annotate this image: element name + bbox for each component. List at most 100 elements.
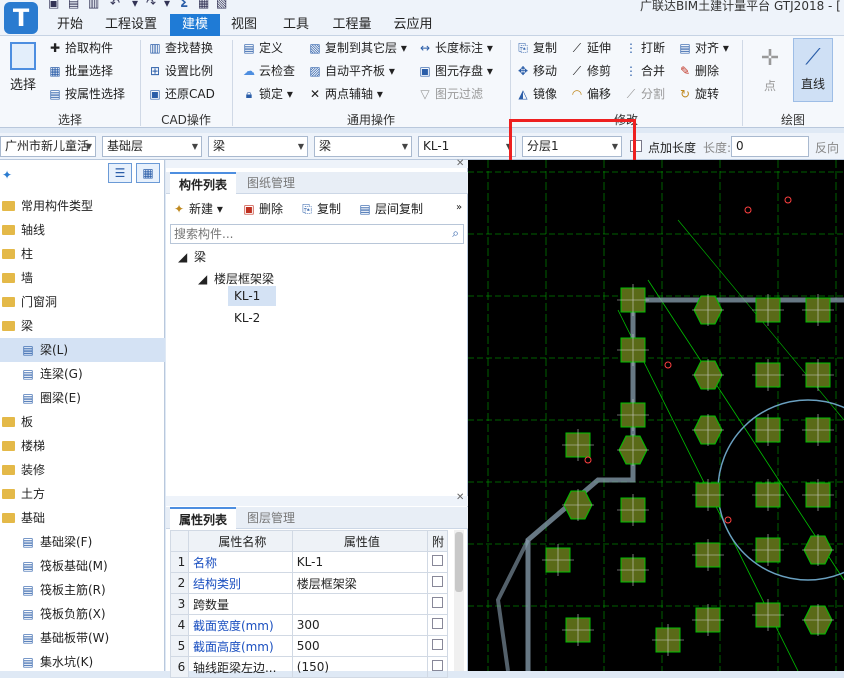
tab-layer-management[interactable]: 图层管理 xyxy=(238,507,304,529)
split-button[interactable]: ⟋ 分割 xyxy=(624,83,665,105)
property-checkbox-cell[interactable] xyxy=(427,593,448,615)
tab-drawing-management[interactable]: 图纸管理 xyxy=(238,172,304,194)
attach-checkbox[interactable] xyxy=(432,597,444,608)
attach-checkbox[interactable] xyxy=(432,555,444,566)
nav-tree-item[interactable]: 土方 xyxy=(0,482,165,506)
nav-tree-item[interactable]: ▤ 筏板负筋(X) xyxy=(0,602,165,626)
two-point-axis-button[interactable]: ✕ 两点辅轴 ▾ xyxy=(308,83,383,105)
property-row[interactable]: 2 结构类别 楼层框架梁 xyxy=(170,572,448,594)
project-dropdown[interactable]: 广州市新儿童活 ▼ xyxy=(0,136,96,157)
nav-tree-item[interactable]: ▤ 集水坑(K) xyxy=(0,650,165,674)
break-button[interactable]: ⋮ 打断 xyxy=(624,37,665,59)
nav-tree-item[interactable]: ▤ 基础梁(F) xyxy=(0,530,165,554)
nav-tree-item[interactable]: ▤ 圈梁(E) xyxy=(0,386,165,410)
new-file-icon[interactable]: ▥ xyxy=(88,0,99,10)
expand-icon[interactable]: ✦ xyxy=(2,168,12,182)
report-icon[interactable]: ▧ xyxy=(216,0,227,10)
sum-icon[interactable]: Σ xyxy=(180,0,188,10)
attach-checkbox[interactable] xyxy=(432,639,444,650)
property-row[interactable]: 3 跨数量 xyxy=(170,593,448,615)
filter-button[interactable]: ▽ 图元过滤 xyxy=(418,83,483,105)
component-item-kl2[interactable]: KL-2 xyxy=(228,308,276,328)
cad-drawing-canvas[interactable] xyxy=(468,160,844,671)
property-row[interactable]: 6 轴线距梁左边... (150) xyxy=(170,656,448,678)
list-view-icon[interactable]: ☰ xyxy=(108,163,132,183)
component-search-box[interactable]: ⌕ xyxy=(170,224,464,244)
move-button[interactable]: ✥ 移动 xyxy=(516,60,557,82)
property-value[interactable]: 500 xyxy=(291,635,429,657)
property-value[interactable]: (150) xyxy=(291,656,429,678)
tab-start[interactable]: 开始 xyxy=(50,14,90,36)
save-drawing-button[interactable]: ▣ 图元存盘 ▾ xyxy=(418,60,493,82)
redo-icon[interactable]: ↷ xyxy=(146,0,156,10)
restore-cad-button[interactable]: ▣ 还原CAD xyxy=(148,83,215,105)
cloud-check-button[interactable]: ☁ 云检查 xyxy=(242,60,295,82)
category-dropdown[interactable]: 梁 ▼ xyxy=(208,136,308,157)
length-mark-button[interactable]: ↔ 长度标注 ▾ xyxy=(418,37,493,59)
nav-tree-item[interactable]: 基础 xyxy=(0,506,165,530)
batch-select-button[interactable]: ▦ 批量选择 xyxy=(48,60,113,82)
property-checkbox-cell[interactable] xyxy=(427,614,448,636)
property-checkbox-cell[interactable] xyxy=(427,572,448,594)
offset-button[interactable]: ◠ 偏移 xyxy=(570,83,611,105)
nav-tree-item[interactable]: 门窗洞 xyxy=(0,290,165,314)
nav-tree-item[interactable]: ▤ 梁(L) xyxy=(0,338,165,362)
copy-component-button[interactable]: ⎘ 复制 xyxy=(300,198,341,220)
tab-view[interactable]: 视图 xyxy=(224,14,264,36)
delete-button[interactable]: ✎ 删除 xyxy=(678,60,719,82)
property-value[interactable]: 300 xyxy=(291,614,429,636)
property-row[interactable]: 1 名称 KL-1 xyxy=(170,551,448,573)
merge-button[interactable]: ⋮ 合并 xyxy=(624,60,665,82)
select-big-button[interactable]: 选择 xyxy=(6,40,40,104)
nav-tree-item[interactable]: ▤ 筏板主筋(R) xyxy=(0,578,165,602)
floor-dropdown[interactable]: 基础层 ▼ xyxy=(102,136,202,157)
property-value[interactable]: KL-1 xyxy=(291,551,429,573)
pick-member-button[interactable]: ✚ 拾取构件 xyxy=(48,37,113,59)
nav-tree-item[interactable]: 板 xyxy=(0,410,165,434)
property-row[interactable]: 5 截面高度(mm) 500 xyxy=(170,635,448,657)
property-checkbox-cell[interactable] xyxy=(427,656,448,678)
more-icon[interactable]: » xyxy=(456,202,462,213)
nav-tree-item[interactable]: 常用构件类型 xyxy=(0,194,165,218)
align-button[interactable]: ▤ 对齐 ▾ xyxy=(678,37,729,59)
mirror-button[interactable]: ◭ 镜像 xyxy=(516,83,557,105)
draw-point-button[interactable]: ✛ 点 xyxy=(750,40,790,100)
tab-cloud[interactable]: 云应用 xyxy=(388,14,438,36)
redo-dropdown-icon[interactable]: ▾ xyxy=(164,0,170,10)
property-scrollbar[interactable] xyxy=(454,530,464,671)
find-replace-button[interactable]: ▥ 查找替换 xyxy=(148,37,213,59)
search-icon[interactable]: ⌕ xyxy=(452,226,459,241)
nav-tree-item[interactable]: 柱 xyxy=(0,242,165,266)
attach-checkbox[interactable] xyxy=(432,660,444,671)
tree-root-toggle[interactable]: ◢ xyxy=(178,246,187,268)
draw-line-button[interactable]: ⟋ 直线 xyxy=(793,38,833,102)
type-dropdown[interactable]: 梁 ▼ xyxy=(314,136,412,157)
component-search-input[interactable] xyxy=(171,225,431,243)
tab-quantities[interactable]: 工程量 xyxy=(324,14,380,36)
trim-button[interactable]: ⟋ 修剪 xyxy=(570,60,611,82)
nav-tree-item[interactable]: 装修 xyxy=(0,458,165,482)
grid-view-icon[interactable]: ▦ xyxy=(136,163,160,183)
property-checkbox-cell[interactable] xyxy=(427,635,448,657)
copy-to-other-layer-button[interactable]: ▧ 复制到其它层 ▾ xyxy=(308,37,407,59)
extend-button[interactable]: ⟋ 延伸 xyxy=(570,37,611,59)
length-input[interactable]: 0 xyxy=(731,136,809,157)
property-checkbox-cell[interactable] xyxy=(427,551,448,573)
calc-icon[interactable]: ▦ xyxy=(198,0,209,10)
member-dropdown[interactable]: KL-1 ▼ xyxy=(418,136,516,157)
select-by-attribute-button[interactable]: ▤ 按属性选择 xyxy=(48,83,125,105)
new-component-button[interactable]: ✦ 新建 ▾ xyxy=(172,198,223,220)
scrollbar-thumb[interactable] xyxy=(455,532,463,592)
nav-tree-item[interactable]: ▤ 基础板带(W) xyxy=(0,626,165,650)
component-item-kl1[interactable]: KL-1 xyxy=(228,286,276,306)
define-button[interactable]: ▤ 定义 xyxy=(242,37,283,59)
property-value[interactable] xyxy=(291,593,429,615)
undo-dropdown-icon[interactable]: ▾ xyxy=(132,0,138,10)
attach-checkbox[interactable] xyxy=(432,618,444,629)
undo-icon[interactable]: ↶ xyxy=(110,0,120,10)
nav-tree-item[interactable]: ▤ 筏板基础(M) xyxy=(0,554,165,578)
tab-project-settings[interactable]: 工程设置 xyxy=(96,14,166,36)
copy-button[interactable]: ⎘ 复制 xyxy=(516,37,557,59)
lock-button[interactable]: 🔒︎ 锁定 ▾ xyxy=(242,83,293,105)
tree-sub-toggle[interactable]: ◢ xyxy=(198,268,207,290)
